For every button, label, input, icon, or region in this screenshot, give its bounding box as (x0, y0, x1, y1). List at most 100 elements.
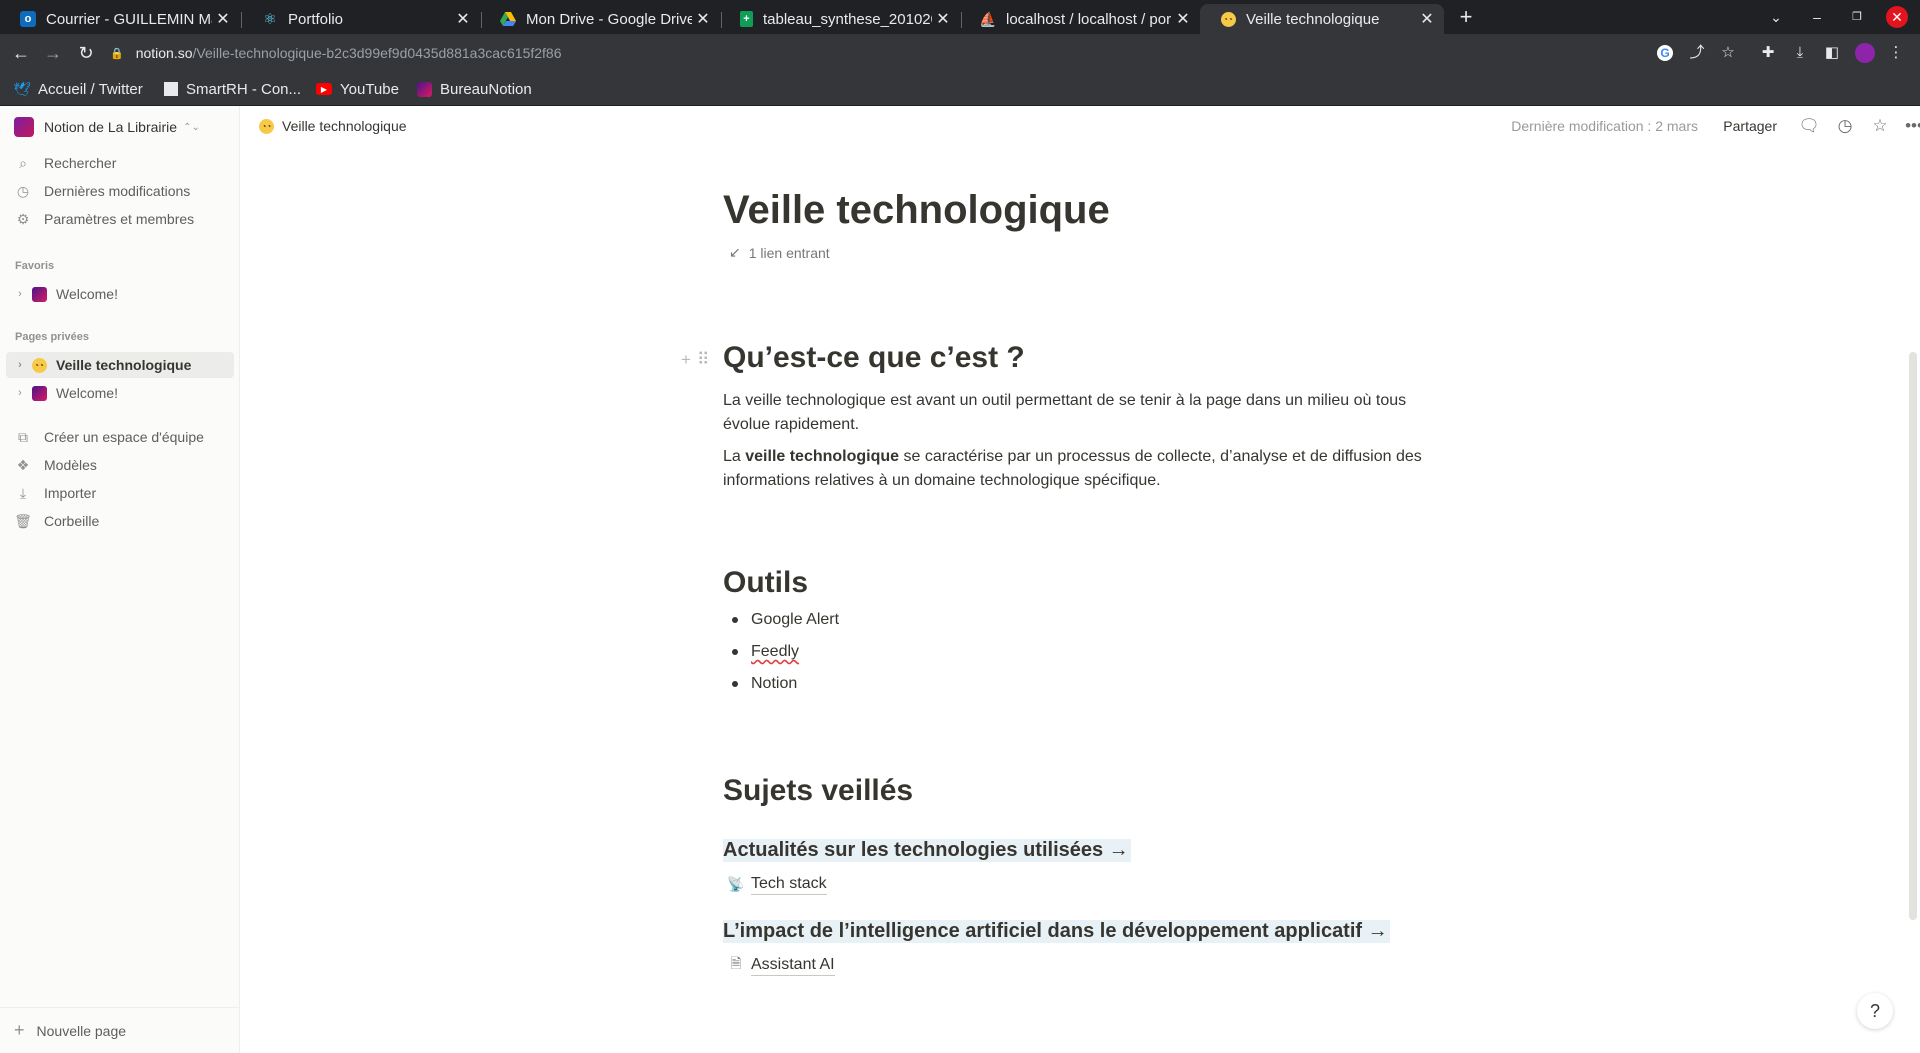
new-page-button[interactable]: + Nouvelle page (0, 1007, 239, 1053)
tab-title: Portfolio (288, 10, 344, 28)
heading-what-is-it[interactable]: Qu’est-ce que c’est ? (723, 341, 1025, 375)
block-handle[interactable]: + ⠿ (681, 350, 715, 370)
document-icon: 🗎 (730, 955, 742, 971)
last-modified-text: Dernière modification : 2 mars (1511, 118, 1698, 134)
minimize-icon[interactable]: – (1806, 6, 1828, 28)
sidebar-item-label: Paramètres et membres (44, 211, 195, 227)
close-icon[interactable]: ✕ (1416, 9, 1438, 29)
page-link-assistant-ai[interactable]: 🗎 Assistant AI (723, 953, 835, 977)
help-button[interactable]: ? (1857, 993, 1893, 1029)
download-icon[interactable]: ⤓ (1790, 43, 1810, 63)
google-lens-icon[interactable]: G (1655, 43, 1675, 63)
close-icon[interactable]: ✕ (692, 9, 714, 29)
bookmark-smartrh[interactable]: SmartRH - Con... (164, 79, 301, 99)
bookmark-twitter[interactable]: 🕊 Accueil / Twitter (13, 79, 143, 99)
browser-tab[interactable]: + tableau_synthese_201020 ✕ (720, 4, 960, 34)
tab-title: Courrier - GUILLEMIN Mat (46, 10, 212, 28)
sidebar-page-welcome[interactable]: › Welcome! (6, 380, 234, 406)
backlinks[interactable]: ↙ 1 lien entrant (729, 244, 830, 261)
back-icon[interactable]: ← (9, 42, 33, 64)
browser-menu-icon[interactable]: ⋮ (1886, 43, 1906, 63)
browser-tab[interactable]: ⛵ localhost / localhost / por ✕ (960, 4, 1200, 34)
close-icon[interactable]: ✕ (212, 9, 234, 29)
nerd-face-icon: ◔◔ (1220, 11, 1236, 27)
sidebar-item-label: Importer (44, 485, 97, 501)
workspace-switcher[interactable]: Notion de La Librairie ⌃⌄ (14, 117, 200, 137)
restore-icon[interactable]: ❐ (1846, 6, 1868, 28)
plus-icon[interactable]: + (681, 350, 691, 370)
phpmyadmin-icon: ⛵ (979, 10, 997, 27)
nerd-face-icon: ◔◔ (259, 118, 274, 134)
extensions-icon[interactable]: ✚ (1758, 43, 1778, 63)
page-title[interactable]: Veille technologique (723, 188, 1110, 233)
heading-outils[interactable]: Outils (723, 566, 808, 600)
sidebar-create-teamspace[interactable]: ⧉ Créer un espace d'équipe (14, 425, 204, 449)
sidebar-recent-updates[interactable]: ◷ Dernières modifications (14, 179, 190, 203)
bookmarks-bar: 🕊 Accueil / Twitter SmartRH - Con... ▶ Y… (0, 72, 1920, 106)
browser-tab[interactable]: ⚛ Portfolio ✕ (242, 4, 480, 34)
workspace-name: Notion de La Librairie (44, 119, 178, 135)
sidebar-item-label: Créer un espace d'équipe (44, 429, 204, 445)
comments-icon[interactable]: 🗨 (1798, 115, 1820, 137)
more-options-icon[interactable]: ••• (1903, 115, 1920, 137)
sidebar-templates[interactable]: ❖ Modèles (14, 453, 97, 477)
close-icon[interactable]: ✕ (932, 9, 954, 29)
tab-search-icon[interactable]: ⌄ (1765, 6, 1787, 28)
paragraph-definition[interactable]: La veille technologique se caractérise p… (723, 445, 1443, 493)
browser-tab[interactable]: Mon Drive - Google Drive ✕ (480, 4, 720, 34)
browser-tab-active[interactable]: ◔◔ Veille technologique ✕ (1200, 4, 1444, 34)
trash-icon: 🗑 (14, 512, 32, 529)
window-close-icon[interactable]: ✕ (1886, 6, 1908, 28)
reload-icon[interactable]: ↻ (74, 42, 98, 64)
page-link-tech-stack[interactable]: 📡 Tech stack (723, 872, 827, 896)
bookmark-youtube[interactable]: ▶ YouTube (316, 79, 399, 99)
sidebar-page-veille[interactable]: › ◔◔ Veille technologique (6, 352, 234, 378)
drag-handle-icon[interactable]: ⠿ (697, 350, 709, 370)
bookmark-label: YouTube (340, 80, 399, 98)
paragraph-intro[interactable]: La veille technologique est avant un out… (723, 389, 1443, 437)
list-item[interactable]: Google Alert (723, 608, 1023, 632)
breadcrumb[interactable]: ◔◔ Veille technologique (259, 118, 407, 134)
chevron-right-icon[interactable]: › (10, 359, 30, 371)
workspace-icon (14, 117, 34, 137)
sidebar-settings[interactable]: ⚙ Paramètres et membres (14, 207, 194, 231)
twitter-icon: 🕊 (13, 80, 31, 97)
sidebar-page-welcome-favorite[interactable]: › Welcome! (6, 281, 234, 307)
topic-heading-ai[interactable]: L’impact de l’intelligence artificiel da… (723, 920, 1390, 943)
gear-icon: ⚙ (16, 210, 30, 227)
list-item-text: Google Alert (751, 611, 840, 628)
page-link-label: Tech stack (751, 874, 827, 895)
nerd-face-icon: ◔◔ (30, 356, 48, 374)
chevron-right-icon[interactable]: › (10, 387, 30, 399)
list-item-text: Feedly (751, 643, 800, 660)
heading-sujets-veilles[interactable]: Sujets veillés (723, 774, 913, 808)
sidebar-import[interactable]: ⤓ Importer (14, 481, 96, 505)
close-icon[interactable]: ✕ (452, 9, 474, 29)
bullet-dot (732, 649, 738, 655)
list-item-text: Notion (751, 675, 798, 692)
history-clock-icon[interactable]: ◷ (1834, 115, 1856, 137)
youtube-icon: ▶ (316, 83, 332, 95)
url-domain: notion.so (135, 45, 193, 61)
forward-icon[interactable]: → (41, 42, 65, 64)
share-button[interactable]: Partager (1723, 118, 1777, 134)
close-icon[interactable]: ✕ (1172, 9, 1194, 29)
browser-tab[interactable]: o Courrier - GUILLEMIN Mat ✕ (0, 4, 240, 34)
side-panel-icon[interactable]: ◧ (1822, 43, 1842, 63)
bookmark-bureaunotion[interactable]: BureauNotion (416, 79, 532, 99)
new-tab-button[interactable]: + (1454, 4, 1478, 30)
bookmark-star-icon[interactable]: ☆ (1718, 43, 1738, 63)
outlook-icon: o (20, 11, 36, 27)
list-item[interactable]: Notion (723, 672, 1023, 696)
favorite-star-icon[interactable]: ☆ (1869, 115, 1891, 137)
list-item[interactable]: Feedly (723, 640, 1023, 664)
sidebar-trash[interactable]: 🗑 Corbeille (14, 509, 99, 533)
chevron-right-icon[interactable]: › (10, 288, 30, 300)
notion-topbar: ◔◔ Veille technologique Dernière modific… (241, 106, 1920, 146)
profile-avatar[interactable] (1855, 43, 1875, 63)
topic-heading-tech[interactable]: Actualités sur les technologies utilisée… (723, 839, 1131, 862)
scrollbar[interactable] (1909, 352, 1917, 920)
sidebar-search[interactable]: ⌕ Rechercher (14, 151, 116, 175)
share-icon[interactable]: ⤴ (1687, 43, 1707, 63)
address-bar[interactable]: 🔒 notion.so/Veille-technologique-b2c3d99… (110, 38, 1710, 68)
